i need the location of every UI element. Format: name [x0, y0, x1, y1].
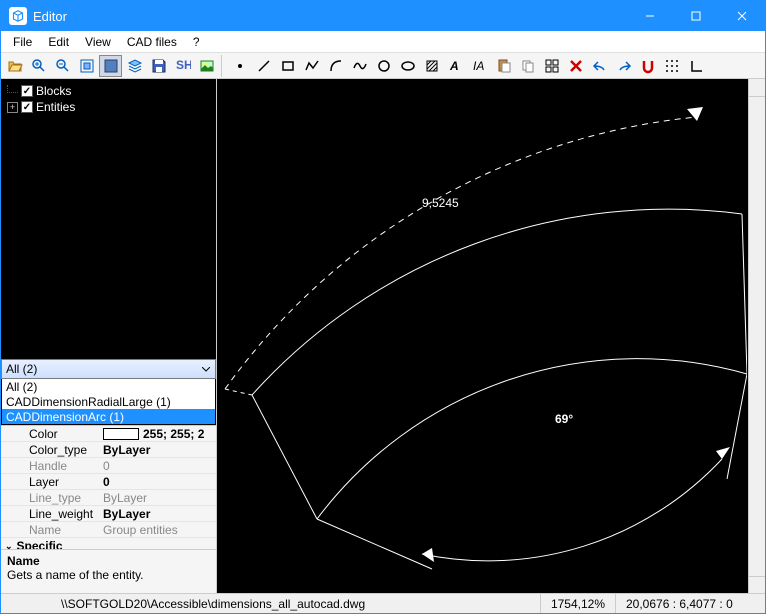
shx-icon[interactable]: SHX — [171, 55, 194, 77]
dropdown-item[interactable]: CADDimensionArc (1) — [2, 409, 215, 424]
app-icon — [9, 7, 27, 25]
paste-icon[interactable] — [492, 55, 515, 77]
checkbox-icon[interactable]: ✓ — [21, 85, 33, 97]
tree-view[interactable]: ✓ Blocks + ✓ Entities — [1, 79, 216, 359]
svg-text:SHX: SHX — [176, 58, 191, 72]
point-icon[interactable] — [228, 55, 251, 77]
maximize-button[interactable] — [673, 1, 719, 31]
property-row: Handle0 — [1, 458, 216, 474]
left-panel: ✓ Blocks + ✓ Entities All (2) All (2) CA… — [1, 79, 217, 593]
entity-filter-dropdown[interactable]: All (2) CADDimensionRadialLarge (1) CADD… — [1, 379, 216, 425]
help-desc: Gets a name of the entity. — [7, 568, 210, 582]
undo-icon[interactable] — [588, 55, 611, 77]
tree-label: Entities — [36, 100, 75, 114]
dim-arc-text: 9,5245 — [422, 196, 459, 210]
zoom-in-icon[interactable] — [27, 55, 50, 77]
property-row: Line_weightByLayer — [1, 506, 216, 522]
menu-file[interactable]: File — [5, 33, 40, 51]
combo-selected: All (2) — [6, 362, 37, 376]
property-category: ⌄Specific — [1, 538, 216, 549]
property-row: NameGroup entities — [1, 522, 216, 538]
rect-icon[interactable] — [276, 55, 299, 77]
chevron-down-icon[interactable] — [198, 360, 214, 378]
property-row: Layer0 — [1, 474, 216, 490]
checkbox-icon[interactable]: ✓ — [21, 101, 33, 113]
text-a-icon[interactable]: A — [444, 55, 467, 77]
dim-angle-text: 69° — [555, 412, 573, 426]
polyline-icon[interactable] — [300, 55, 323, 77]
drawing-canvas[interactable]: 9,5245 69° — [217, 79, 748, 593]
copy-icon[interactable] — [516, 55, 539, 77]
svg-text:IA: IA — [473, 59, 484, 73]
status-coords: 20,0676 : 6,4077 : 0 — [615, 594, 765, 613]
ortho-icon[interactable] — [684, 55, 707, 77]
grid-dots-icon[interactable] — [660, 55, 683, 77]
zoom-out-icon[interactable] — [51, 55, 74, 77]
property-help: Name Gets a name of the entity. — [1, 549, 216, 593]
dropdown-item[interactable]: All (2) — [2, 379, 215, 394]
status-zoom: 1754,12% — [540, 594, 615, 613]
menu-cadfiles[interactable]: CAD files — [119, 33, 185, 51]
minimize-button[interactable] — [627, 1, 673, 31]
vertical-scrollbar[interactable] — [748, 79, 765, 593]
menu-view[interactable]: View — [77, 33, 119, 51]
open-icon[interactable] — [3, 55, 26, 77]
chevron-down-icon[interactable]: ⌄ — [5, 541, 13, 550]
close-button[interactable] — [719, 1, 765, 31]
color-swatch-icon — [103, 428, 139, 440]
menu-help[interactable]: ? — [185, 33, 208, 51]
zoom-extents-icon[interactable] — [75, 55, 98, 77]
hatch-icon[interactable] — [420, 55, 443, 77]
dropdown-item[interactable]: CADDimensionRadialLarge (1) — [2, 394, 215, 409]
expand-icon[interactable]: + — [7, 102, 18, 113]
toolbar-separator — [221, 55, 225, 77]
menu-edit[interactable]: Edit — [40, 33, 77, 51]
toolbar: SHX A IA — [1, 53, 765, 79]
titlebar: Editor — [1, 1, 765, 31]
spline-icon[interactable] — [348, 55, 371, 77]
property-grid[interactable]: Color255; 255; 2 Color_typeByLayer Handl… — [1, 425, 216, 549]
tree-item-blocks[interactable]: ✓ Blocks — [7, 83, 210, 99]
arc-icon[interactable] — [324, 55, 347, 77]
menubar: File Edit View CAD files ? — [1, 31, 765, 53]
redo-icon[interactable] — [612, 55, 635, 77]
entity-filter-combo[interactable]: All (2) — [1, 359, 216, 379]
window-title: Editor — [33, 9, 627, 24]
circle-icon[interactable] — [372, 55, 395, 77]
line-icon[interactable] — [252, 55, 275, 77]
property-row: Line_typeByLayer — [1, 490, 216, 506]
grid-icon[interactable] — [540, 55, 563, 77]
text-ia-icon[interactable]: IA — [468, 55, 491, 77]
svg-text:A: A — [449, 59, 459, 73]
property-row: Color_typeByLayer — [1, 442, 216, 458]
tree-label: Blocks — [36, 84, 71, 98]
delete-icon[interactable] — [564, 55, 587, 77]
ellipse-icon[interactable] — [396, 55, 419, 77]
image-icon[interactable] — [195, 55, 218, 77]
property-row: Color255; 255; 2 — [1, 426, 216, 442]
snap-icon[interactable] — [636, 55, 659, 77]
save-icon[interactable] — [147, 55, 170, 77]
statusbar: \\SOFTGOLD20\Accessible\dimensions_all_a… — [1, 593, 765, 613]
help-name: Name — [7, 554, 210, 568]
zoom-window-icon[interactable] — [99, 55, 122, 77]
tree-item-entities[interactable]: + ✓ Entities — [7, 99, 210, 115]
status-path: \\SOFTGOLD20\Accessible\dimensions_all_a… — [1, 594, 540, 613]
layers-icon[interactable] — [123, 55, 146, 77]
